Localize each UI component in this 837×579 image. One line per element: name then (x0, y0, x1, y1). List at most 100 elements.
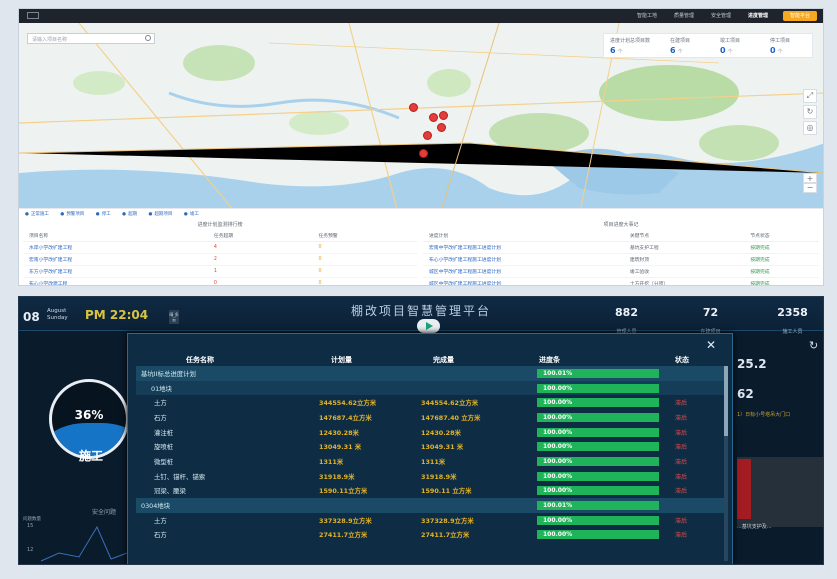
table-row[interactable]: 水岸小学改扩建工程 4 0 (23, 241, 417, 254)
zoom-in-button[interactable]: + (803, 173, 817, 183)
progress-bar: 100.00% (537, 427, 659, 437)
project-marker[interactable] (423, 131, 432, 140)
progress-bar: 100.01% (537, 368, 659, 378)
completed-amount: 337328.9立方米 (421, 516, 474, 525)
table-row[interactable]: 布心小学改建工程 0 0 (23, 277, 417, 285)
task-row[interactable]: 基坑II标总进度计划 100.01% (136, 366, 726, 381)
task-row[interactable]: 微型桩 1311米 1311米 100.00% 滞后 (136, 454, 726, 469)
search-icon[interactable] (145, 35, 151, 41)
map-view[interactable]: 请输入项目名称 进度计划总项目数 6个 在建项目 6个 竣工项目 0个 停工项目… (19, 23, 823, 217)
status-label: 滞后 (675, 532, 688, 540)
progress-bar: 100.00% (537, 456, 659, 466)
legend-item[interactable]: 超期项目 (149, 212, 173, 217)
date-day: 08 (23, 310, 40, 324)
top-navigation-bar: 智能工地 质量管理 安全管理 进度管理 智能平台 (19, 9, 823, 23)
close-icon[interactable]: ✕ (706, 338, 716, 352)
smart-platform-button[interactable]: 智能平台 (782, 11, 817, 21)
play-button[interactable] (417, 319, 440, 333)
project-marker[interactable] (437, 123, 446, 132)
column-header: 节点状态 (744, 230, 819, 242)
progress-detail-modal: ✕ 任务名称 计划量 完成量 进度条 状态 基坑II标总进度计划 100.01% 0… (127, 333, 733, 564)
table-row[interactable]: 城区中学改扩建工程施工进度计划 竣工验收 按期完成 (423, 265, 819, 278)
date-month-weekday: August Sunday (47, 308, 68, 321)
progress-bar: 100.01% (537, 501, 659, 511)
column-header: 项目名称 (23, 230, 208, 242)
task-row[interactable]: 土钉、锚杆、锚索 31918.9米 31918.9米 100.00% 滞后 (136, 469, 726, 484)
legend-item[interactable]: 竣工 (184, 212, 199, 217)
nav-item-progress[interactable]: 进度管理 (748, 12, 768, 19)
table-row[interactable]: 城区中学改扩建工程施工进度计划 土方开挖（分项） 按期完成 (423, 277, 819, 285)
completed-amount: 27411.7立方米 (421, 531, 470, 540)
column-header: 任务超期 (207, 230, 313, 242)
task-row[interactable]: 旋喷桩 13049.31 米 13049.31 米 100.00% 滞后 (136, 439, 726, 454)
column-header: 关键节点 (623, 230, 745, 242)
planned-amount: 337328.9立方米 (319, 516, 372, 525)
refresh-icon[interactable]: ↻ (809, 339, 818, 352)
table-row[interactable]: 东方小学改扩建工程 1 0 (23, 265, 417, 278)
project-marker[interactable] (439, 111, 448, 120)
task-name: 0304地块 (141, 502, 171, 511)
project-marker[interactable] (429, 113, 438, 122)
scrollbar-thumb[interactable] (724, 366, 728, 436)
task-row[interactable]: 石方 147687.4立方米 147687.40 立方米 100.00% 滞后 (136, 410, 726, 425)
task-name: 土方 (154, 516, 167, 525)
progress-bar: 100.00% (537, 486, 659, 496)
table-row[interactable]: 宏南中学改扩建工程施工进度计划 基坑支护工程 按期完成 (423, 241, 819, 254)
table-row[interactable]: 宏南小学改扩建工程 2 0 (23, 253, 417, 266)
task-name: 基坑II标总进度计划 (141, 369, 196, 378)
completed-amount: 344554.62立方米 (421, 399, 479, 408)
logo-icon (27, 12, 39, 19)
planned-amount: 1311米 (319, 457, 344, 466)
nav-item-smart-site[interactable]: 智能工地 (637, 12, 657, 19)
project-marker[interactable] (409, 103, 418, 112)
progress-bar: 100.00% (537, 442, 659, 452)
nav-item-safety[interactable]: 安全管理 (711, 12, 731, 19)
task-row[interactable]: 冠梁、腰梁 1590.11立方米 1590.11 立方米 100.00% 滞后 (136, 484, 726, 499)
column-header: 进度条 (539, 355, 560, 364)
stat-managers: 882 管理人员 (615, 306, 638, 335)
task-name: 灌注桩 (154, 428, 174, 437)
weather-badge: 晴 多云 (169, 310, 179, 324)
task-name: 土方 (154, 399, 167, 408)
compass-icon[interactable]: ◎ (803, 121, 817, 135)
stat-projects: 72 在建项目 (700, 306, 721, 335)
task-row[interactable]: 土方 344554.62立方米 344554.62立方米 100.00% 滞后 (136, 395, 726, 410)
clock-time: PM 22:04 (85, 308, 149, 322)
table-row[interactable]: 布心小学改扩建工程施工进度计划 建筑封顶 按期完成 (423, 253, 819, 266)
column-header: 完成量 (433, 355, 454, 364)
milestone-table-title: 项目进度大事记 (603, 222, 639, 228)
alert-bar (737, 459, 751, 519)
stat-completed-projects: 竣工项目 0个 (720, 38, 741, 55)
scrollbar[interactable] (724, 366, 728, 561)
task-row[interactable]: 灌注桩 12430.28米 12430.28米 100.00% 滞后 (136, 425, 726, 440)
zoom-out-button[interactable]: − (803, 183, 817, 193)
status-label: 滞后 (675, 473, 688, 481)
project-marker[interactable] (419, 149, 428, 158)
search-placeholder: 请输入项目名称 (32, 37, 68, 43)
completed-amount: 147687.40 立方米 (421, 413, 481, 422)
stat-suspended-projects: 停工项目 0个 (770, 38, 791, 55)
task-row[interactable]: 01地块 100.00% (136, 380, 726, 396)
status-label: 滞后 (675, 517, 688, 525)
safety-line-chart (40, 525, 128, 562)
search-input[interactable]: 请输入项目名称 (27, 33, 155, 44)
status-label: 滞后 (675, 458, 688, 466)
legend-item[interactable]: 超期 (122, 212, 137, 217)
legend-item[interactable]: 正常施工 (25, 212, 49, 217)
progress-bar: 100.00% (537, 383, 659, 393)
fullscreen-icon[interactable]: ⤢ (803, 89, 817, 103)
env-value-noise: 62 (737, 387, 754, 401)
task-row[interactable]: 石方 27411.7立方米 27411.7立方米 100.00% 滞后 (136, 528, 726, 543)
progress-table: 任务名称 计划量 完成量 进度条 状态 基坑II标总进度计划 100.01% 01地… (136, 353, 726, 542)
legend-item[interactable]: 预警项目 (60, 212, 84, 217)
column-header: 状态 (675, 355, 689, 364)
task-row[interactable]: 土方 337328.9立方米 337328.9立方米 100.00% 滞后 (136, 513, 726, 528)
project-map-dashboard: 智能工地 质量管理 安全管理 进度管理 智能平台 请输入项目名称 进度计划总项目… (18, 8, 824, 286)
rotate-icon[interactable]: ↻ (803, 105, 817, 119)
milestone-table: 项目进度大事记 进度计划 关键节点 节点状态 宏南中学改扩建工程施工进度计划 基… (423, 219, 819, 285)
env-value-pm: 25.2 (737, 357, 767, 371)
task-row[interactable]: 0304地块 100.01% (136, 498, 726, 513)
legend-item[interactable]: 停工 (96, 212, 111, 217)
nav-item-quality[interactable]: 质量管理 (674, 12, 694, 19)
task-name: 微型桩 (154, 457, 174, 466)
